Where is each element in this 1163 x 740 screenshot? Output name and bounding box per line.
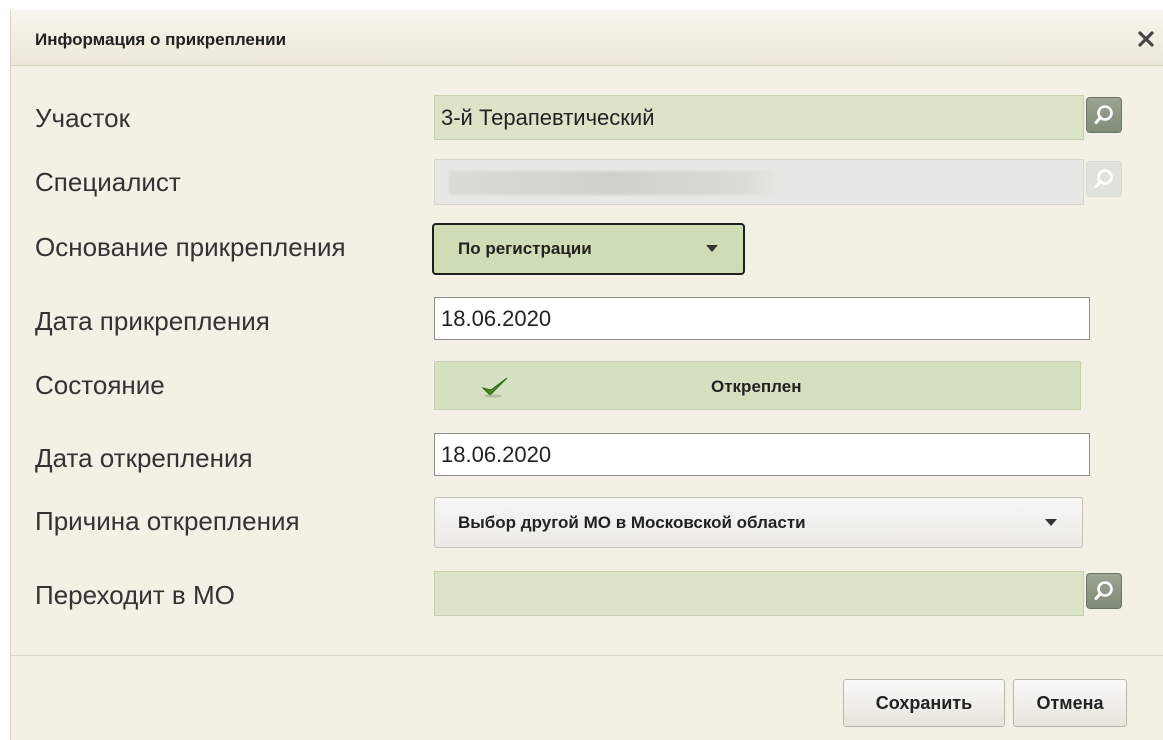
uchastok-search-button[interactable] [1086, 97, 1122, 133]
search-icon [1094, 581, 1113, 600]
search-icon [1094, 105, 1113, 124]
specialist-redacted-value [449, 171, 779, 195]
perehodit-v-mo-field[interactable] [434, 571, 1084, 616]
chevron-down-icon [706, 245, 718, 252]
osnovanie-select[interactable]: По регистрации [432, 223, 745, 275]
cancel-button-label: Отмена [1036, 692, 1104, 713]
specialist-field [434, 159, 1084, 205]
data-otkrepleniya-field[interactable]: 18.06.2020 [434, 433, 1090, 476]
chevron-down-icon [1045, 519, 1057, 526]
data-prikrepleniya-field[interactable]: 18.06.2020 [434, 297, 1090, 340]
sostoyanie-status: Откреплен [434, 361, 1081, 410]
perehodit-v-mo-search-button[interactable] [1086, 573, 1122, 609]
uchastok-value: 3-й Терапевтический [441, 104, 655, 130]
prichina-label: Причина открепления [35, 506, 300, 536]
specialist-search-button [1086, 161, 1122, 197]
save-button-label: Сохранить [875, 692, 973, 713]
attachment-info-dialog: Информация о прикреплении Участок 3-й Те… [10, 10, 1163, 740]
osnovanie-label: Основание прикрепления [35, 232, 346, 262]
dialog-title: Информация о прикреплении [35, 30, 287, 49]
specialist-label: Специалист [35, 167, 181, 197]
sostoyanie-value: Откреплен [711, 377, 802, 396]
close-icon[interactable] [1133, 28, 1159, 50]
sostoyanie-label: Состояние [35, 370, 165, 400]
footer-divider [11, 655, 1163, 656]
prichina-value: Выбор другой МО в Московской области [458, 512, 806, 532]
uchastok-label: Участок [35, 103, 130, 133]
cancel-button[interactable]: Отмена [1013, 679, 1127, 727]
perehodit-v-mo-label: Переходит в МО [35, 580, 235, 610]
save-button[interactable]: Сохранить [843, 679, 1005, 727]
data-prikrepleniya-value: 18.06.2020 [441, 305, 552, 331]
data-prikrepleniya-label: Дата прикрепления [35, 306, 270, 336]
data-otkrepleniya-value: 18.06.2020 [441, 441, 552, 467]
dialog-titlebar: Информация о прикреплении [11, 10, 1163, 66]
prichina-select[interactable]: Выбор другой МО в Московской области [434, 497, 1083, 548]
osnovanie-value: По регистрации [458, 239, 592, 258]
uchastok-field[interactable]: 3-й Терапевтический [434, 95, 1084, 140]
data-otkrepleniya-label: Дата открепления [35, 443, 253, 473]
search-icon [1094, 169, 1113, 188]
checkmark-icon [481, 377, 508, 398]
